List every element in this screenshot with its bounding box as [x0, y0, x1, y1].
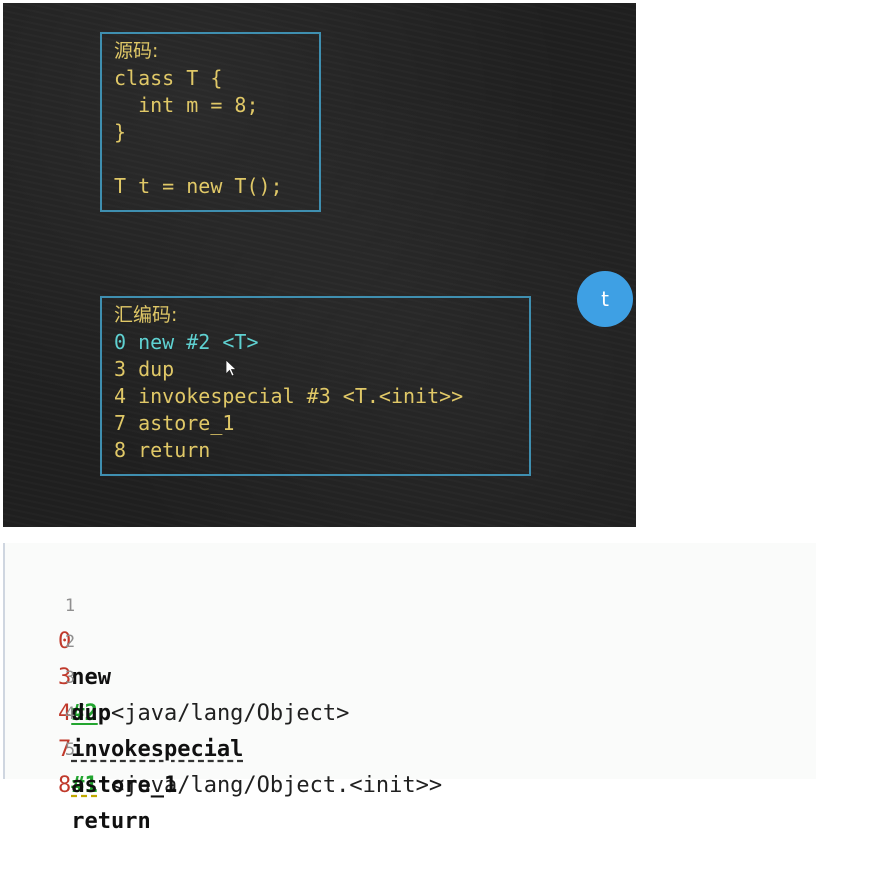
source-line: [114, 146, 319, 173]
source-line: int m = 8;: [114, 93, 259, 117]
source-line: }: [114, 120, 127, 144]
avatar[interactable]: t: [577, 271, 633, 327]
opcode: astore_1: [71, 773, 178, 798]
source-line: T t = new T();: [114, 174, 283, 198]
editor-line: 4 7 astore_1: [5, 659, 177, 798]
editor-line: 2 3 dup: [5, 587, 111, 726]
editor-line: 3 4 invokespecial #1 <java/lang/Object.<…: [5, 623, 442, 798]
source-code-box: 源码: class T { int m = 8; } T t = new T()…: [100, 32, 321, 212]
bytecode-line: 3 dup: [114, 357, 175, 381]
bytecode-editor: 1 0 new #2 <java/lang/Object> 2 3 dup 3 …: [3, 543, 816, 834]
line-number: 5: [64, 740, 76, 760]
bytecode-line: 7 astore_1: [114, 411, 235, 435]
mouse-pointer-icon: [225, 359, 237, 377]
editor-line: 5 8 return: [5, 695, 151, 834]
bytecode-line: 0 new #2 <T>: [114, 330, 259, 354]
bytecode-box: 汇编码: 0 new #2 <T> 3 dup 4 invokespecial …: [100, 296, 531, 476]
bytecode-offset: 8: [57, 773, 72, 798]
bytecode-line: 8 return: [114, 438, 211, 462]
bytecode-label: 汇编码:: [114, 304, 178, 326]
source-code-label: 源码:: [114, 40, 159, 62]
bytecode-line: 4 invokespecial #3 <T.<init>>: [114, 384, 464, 408]
opcode: return: [71, 809, 151, 834]
editor-line: 1 0 new #2 <java/lang/Object>: [5, 551, 349, 726]
lecture-slide: 源码: class T { int m = 8; } T t = new T()…: [3, 3, 636, 527]
source-line: class T {: [114, 66, 223, 90]
opcode: invokespecial: [71, 737, 244, 762]
